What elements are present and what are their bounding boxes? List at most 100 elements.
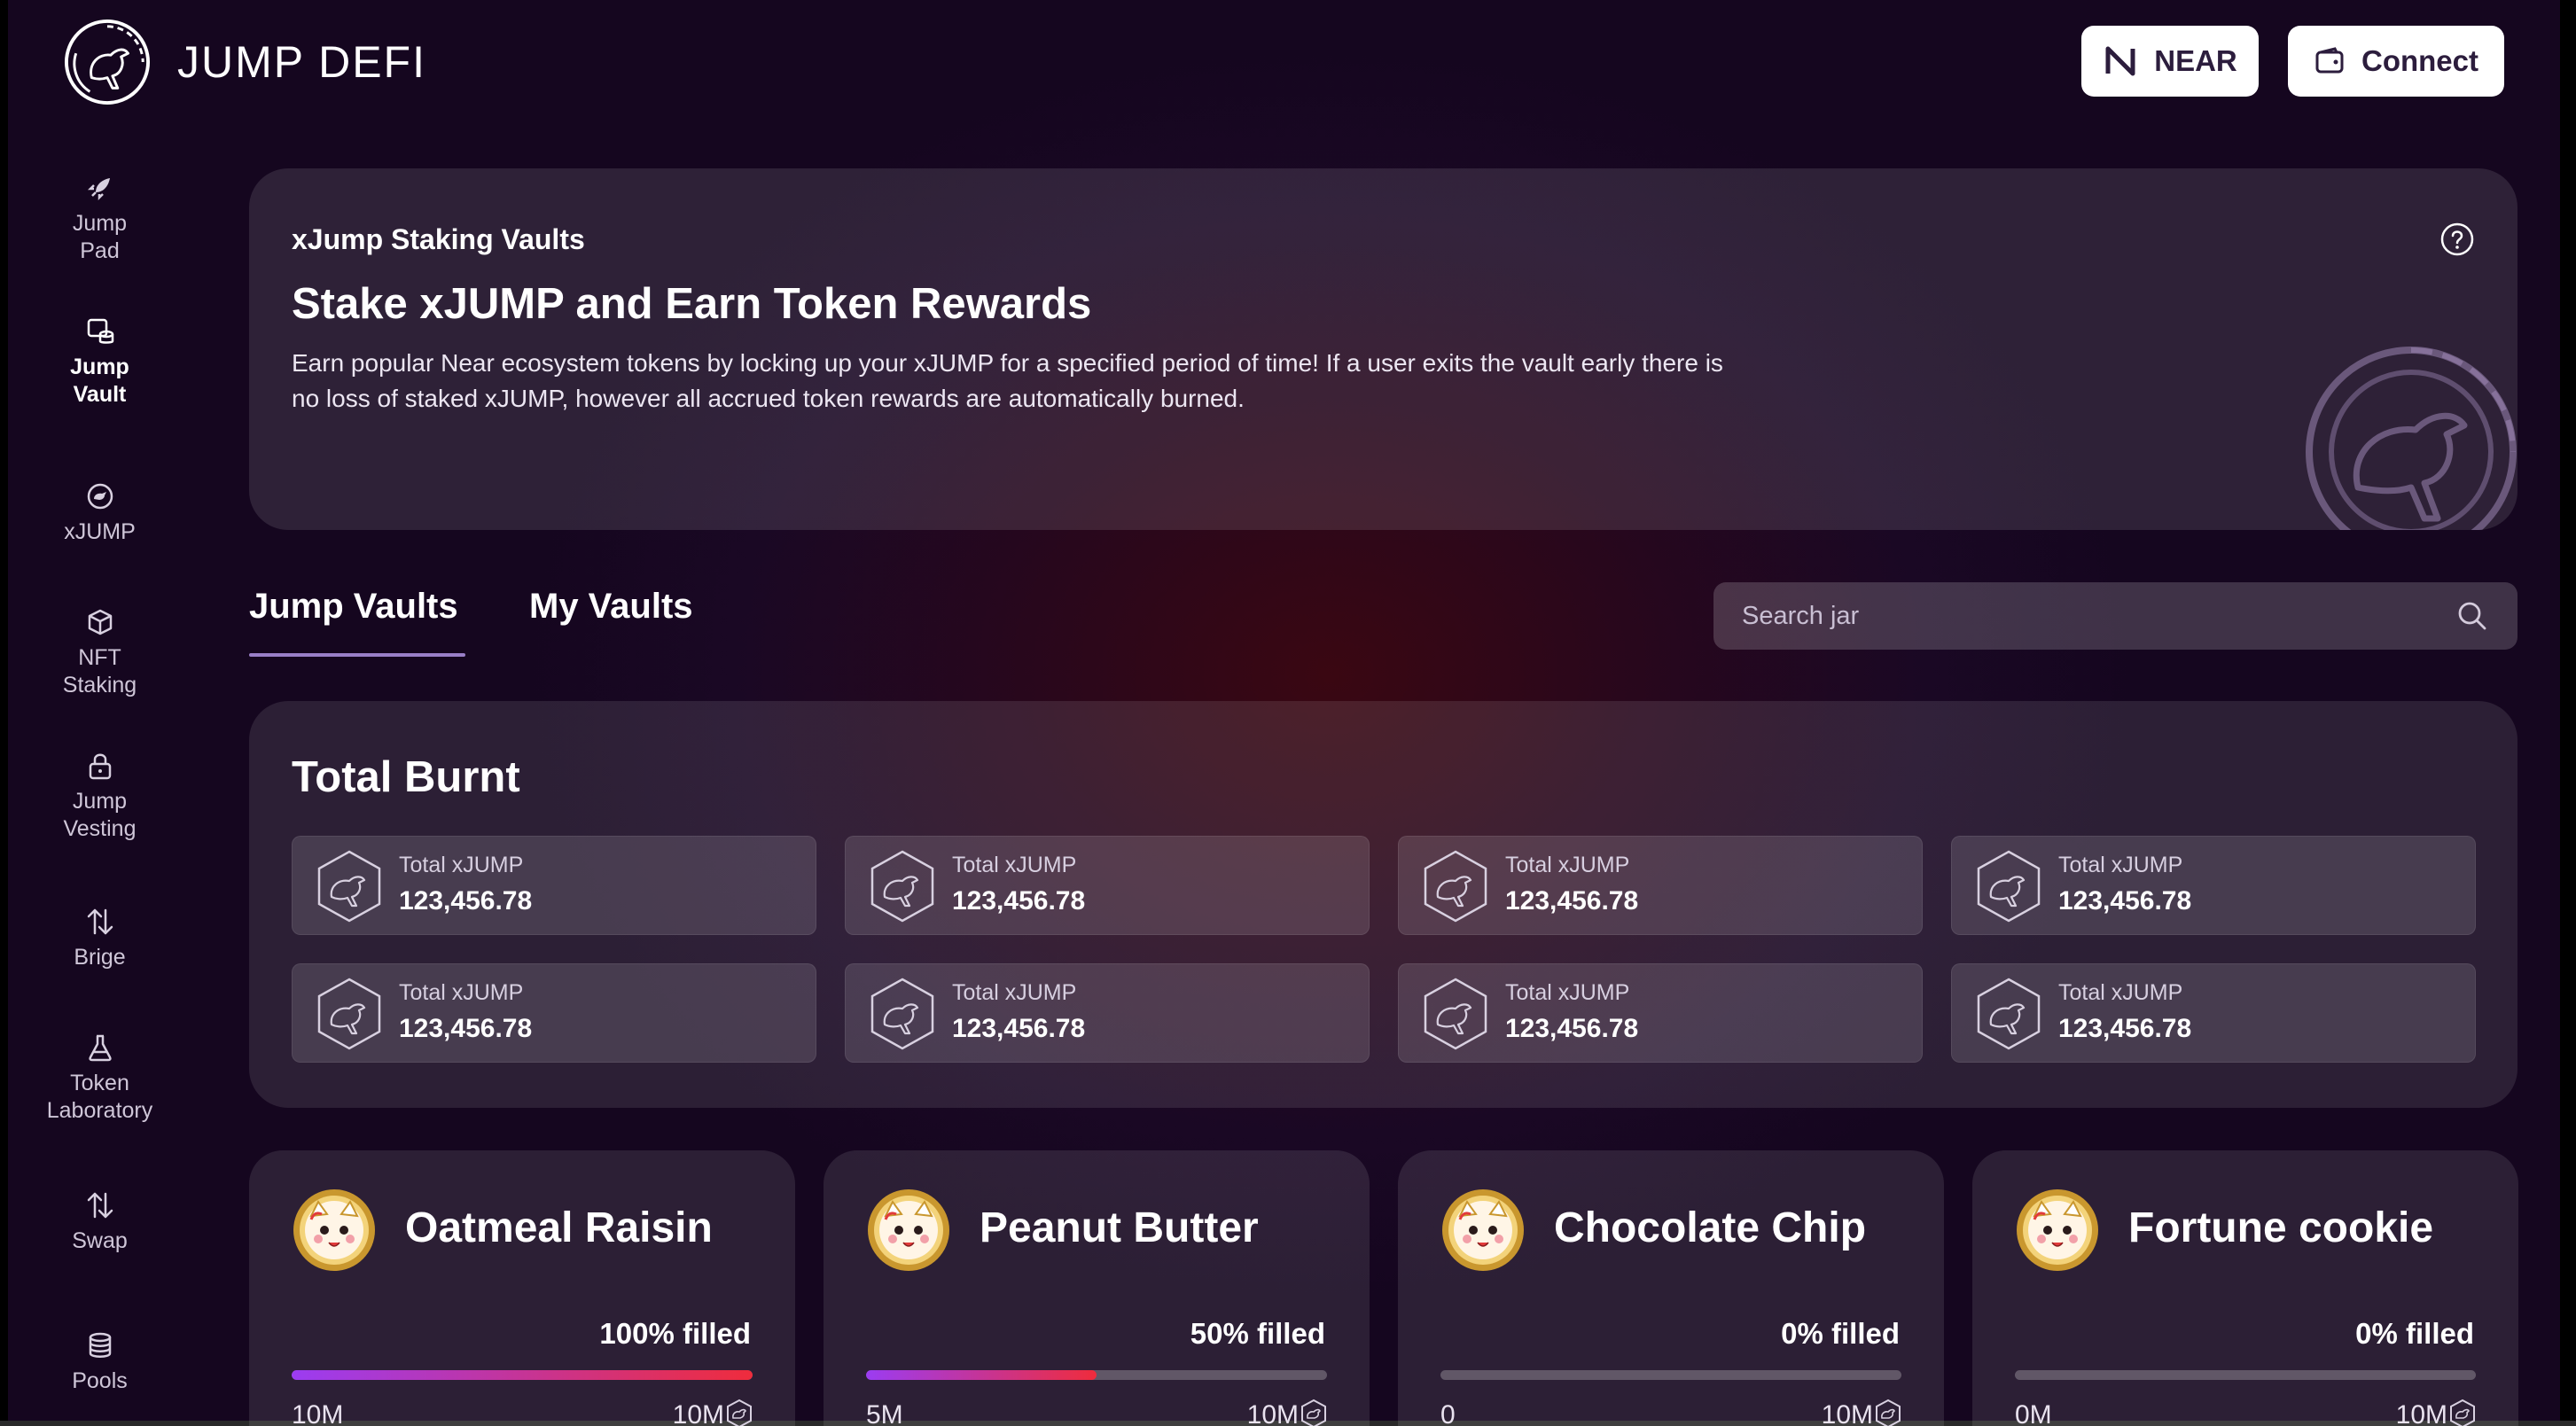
stat-value: 123,456.78 — [952, 1014, 1086, 1043]
sidebar-item-xjump[interactable]: xJUMP — [27, 481, 173, 546]
vault-progress-bar — [2015, 1370, 2476, 1380]
vault-card[interactable]: Chocolate Chip 0% filled 0 10M — [1398, 1150, 1944, 1426]
sidebar-item-token-laboratory[interactable]: Token Laboratory — [27, 1032, 173, 1125]
help-icon[interactable] — [2439, 222, 2475, 257]
sidebar-item-jump-vesting[interactable]: Jump Vesting — [27, 751, 173, 843]
sidebar-item-label: Jump Vault — [70, 355, 129, 407]
vault-icon — [87, 318, 113, 344]
vault-progress-bar — [866, 1370, 1327, 1380]
sidebar-item-jump-vault[interactable]: Jump Vault — [27, 316, 173, 409]
xjump-hexagon-icon — [316, 977, 383, 1051]
jump-logo-watermark-icon — [2306, 347, 2517, 530]
search-input[interactable] — [1713, 601, 2455, 631]
cookie-cat-avatar-icon — [292, 1188, 377, 1273]
sidebar-item-label: Pools — [72, 1368, 128, 1393]
stat-label: Total xJUMP — [399, 980, 524, 1005]
xjump-hexagon-icon — [1975, 849, 2042, 923]
stat-label: Total xJUMP — [952, 980, 1077, 1005]
burnt-stat-card: Total xJUMP 123,456.78 — [1398, 963, 1923, 1063]
connect-label: Connect — [2361, 44, 2478, 77]
vault-min-amount: 5M — [866, 1400, 903, 1426]
sidebar-item-pools[interactable]: Pools — [27, 1330, 173, 1395]
stat-label: Total xJUMP — [1505, 980, 1630, 1005]
xjump-hexagon-icon — [1422, 977, 1489, 1051]
xjump-hexagon-icon — [869, 977, 936, 1051]
total-burnt-panel: Total Burnt Total xJUMP 123,456.78 Total x… — [249, 701, 2517, 1108]
stat-value: 123,456.78 — [2058, 1014, 2192, 1043]
lock-icon — [89, 753, 111, 780]
tab-my-vaults[interactable]: My Vaults — [529, 587, 693, 627]
active-tab-indicator — [249, 653, 465, 657]
brand-name: JUMP DEFI — [177, 37, 426, 87]
stat-label: Total xJUMP — [952, 853, 1077, 877]
burnt-stat-card: Total xJUMP 123,456.78 — [845, 836, 1370, 935]
sidebar-item-swap[interactable]: Swap — [27, 1190, 173, 1255]
vault-max-amount: 10M — [1821, 1400, 1873, 1426]
vault-name: Chocolate Chip — [1554, 1204, 1867, 1251]
sidebar-item-label: Swap — [72, 1228, 128, 1253]
xjump-hexagon-icon — [1422, 849, 1489, 923]
burnt-stat-card: Total xJUMP 123,456.78 — [292, 963, 816, 1063]
vault-min-amount: 10M — [292, 1400, 344, 1426]
cookie-cat-avatar-icon — [2015, 1188, 2100, 1273]
stat-value: 123,456.78 — [2058, 886, 2192, 916]
connect-wallet-button[interactable]: Connect — [2288, 26, 2504, 97]
burnt-stat-card: Total xJUMP 123,456.78 — [1951, 963, 2476, 1063]
xjump-hexagon-icon — [1975, 977, 2042, 1051]
jump-logo-icon — [64, 19, 151, 105]
stat-label: Total xJUMP — [399, 853, 524, 877]
hero-banner: xJump Staking Vaults Stake xJUMP and Ear… — [249, 168, 2517, 530]
flask-icon — [88, 1034, 112, 1062]
total-burnt-title: Total Burnt — [292, 753, 520, 801]
vault-name: Fortune cookie — [2128, 1204, 2434, 1251]
stat-label: Total xJUMP — [2058, 853, 2183, 877]
xjump-hexagon-icon — [726, 1399, 753, 1426]
wallet-icon — [2315, 47, 2344, 74]
burnt-stat-card: Total xJUMP 123,456.78 — [845, 963, 1370, 1063]
vault-card[interactable]: Peanut Butter 50% filled 5M 10M — [824, 1150, 1370, 1426]
stat-value: 123,456.78 — [399, 1014, 533, 1043]
vault-card[interactable]: Oatmeal Raisin 100% filled 10M 10M — [249, 1150, 795, 1426]
bridge-arrows-icon — [87, 908, 113, 935]
tab-jump-vaults[interactable]: Jump Vaults — [249, 587, 458, 627]
brand-link[interactable]: JUMP DEFI — [64, 18, 426, 106]
vault-card[interactable]: Fortune cookie 0% filled 0M 10M — [1972, 1150, 2518, 1426]
burnt-stat-card: Total xJUMP 123,456.78 — [1398, 836, 1923, 935]
hero-eyebrow: xJump Staking Vaults — [292, 223, 585, 255]
sidebar-item-label: Jump Pad — [72, 211, 128, 263]
sidebar-item-jump-pad[interactable]: Jump Pad — [27, 173, 173, 265]
sidebar-item-label: xJUMP — [64, 519, 136, 544]
vault-progress-bar — [1440, 1370, 1901, 1380]
vault-filled-label: 0% filled — [2355, 1317, 2474, 1350]
xjump-hexagon-icon — [1300, 1399, 1327, 1426]
cookie-cat-avatar-icon — [866, 1188, 951, 1273]
window-edge-right — [2560, 0, 2576, 1426]
rocket-icon — [87, 178, 110, 201]
hero-description: Earn popular Near ecosystem tokens by lo… — [292, 349, 1723, 412]
stat-label: Total xJUMP — [1505, 853, 1630, 877]
sidebar-item-label: Jump Vesting — [63, 789, 137, 841]
vault-filled-label: 50% filled — [1190, 1317, 1325, 1350]
swap-arrows-icon — [87, 1192, 113, 1219]
xjump-hexagon-icon — [869, 849, 936, 923]
sidebar-item-label: NFT Staking — [62, 645, 137, 697]
vault-name: Peanut Butter — [980, 1204, 1259, 1251]
network-near-button[interactable]: NEAR — [2081, 26, 2259, 97]
xjump-coin-icon — [87, 483, 113, 510]
search-icon[interactable] — [2455, 599, 2489, 633]
xjump-hexagon-icon — [1875, 1399, 1901, 1426]
stat-value: 123,456.78 — [1505, 1014, 1639, 1043]
sidebar-item-brige[interactable]: Brige — [27, 907, 173, 971]
vault-min-amount: 0 — [1440, 1400, 1456, 1426]
sidebar-item-nft-staking[interactable]: NFT Staking — [27, 607, 173, 699]
vault-progress-bar — [292, 1370, 753, 1380]
vault-min-amount: 0M — [2015, 1400, 2052, 1426]
stat-value: 123,456.78 — [952, 886, 1086, 916]
vault-max-amount: 10M — [1246, 1400, 1299, 1426]
vault-max-amount: 10M — [672, 1400, 724, 1426]
sidebar-item-label: Brige — [74, 945, 126, 970]
page-title: Stake xJUMP and Earn Token Rewards — [292, 280, 1092, 328]
window-edge-left — [0, 0, 8, 1426]
stat-value: 123,456.78 — [1505, 886, 1639, 916]
vault-filled-label: 100% filled — [599, 1317, 751, 1350]
